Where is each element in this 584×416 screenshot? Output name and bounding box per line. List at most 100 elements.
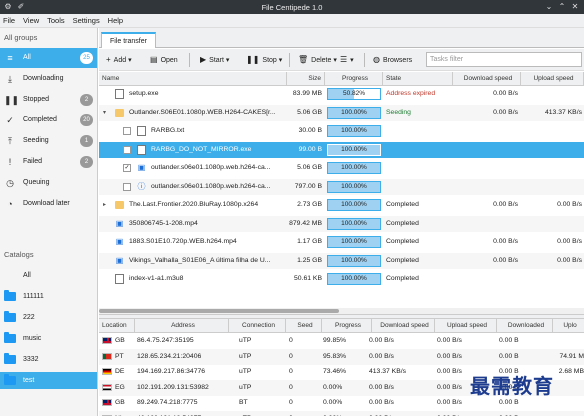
task-row[interactable]: RARBG_DO_NOT_MIRROR.exe 99.00 B 100.00% xyxy=(99,141,584,158)
sidebar-group-queuing[interactable]: ◷ Queuing xyxy=(0,173,97,193)
column-connection[interactable]: Connection xyxy=(229,319,286,333)
browsers-label: Browsers xyxy=(382,57,413,64)
column-seed[interactable]: Seed xyxy=(286,319,322,333)
maximize-icon[interactable]: ⌃ xyxy=(557,2,567,12)
flag-eg-icon xyxy=(102,383,112,391)
peer-row[interactable]: NL46.166.191.18:54077uTP00.00%0.00 B/s0.… xyxy=(99,410,584,416)
more-menu-button[interactable]: ☰ ▾ xyxy=(337,52,357,68)
task-size: 30.00 B xyxy=(298,127,322,134)
file-checkbox[interactable] xyxy=(123,182,131,191)
task-name: index-v1-a1.m3u8 xyxy=(129,275,184,282)
video-file-icon: ▣ xyxy=(115,255,124,265)
catalog-item-all[interactable]: All xyxy=(0,267,97,284)
task-size: 50.61 KB xyxy=(294,275,322,282)
peer-seed: 0 xyxy=(289,411,319,416)
catalog-item-3332[interactable]: 3332 xyxy=(0,351,97,368)
sidebar-group-failed[interactable]: ! Failed 2 xyxy=(0,152,97,172)
peer-dl: 413.37 KB/s xyxy=(369,368,407,375)
sidebar-group-stopped[interactable]: ❚❚ Stopped 2 xyxy=(0,90,97,110)
column-peer-upload-speed[interactable]: Upload speed xyxy=(435,319,497,333)
task-state: Completed xyxy=(386,201,419,208)
peer-down: 0.00 B xyxy=(499,411,551,416)
progress-text: 100.00% xyxy=(341,182,367,190)
progress-text: 100.00% xyxy=(341,219,367,227)
column-peer-progress[interactable]: Progress xyxy=(322,319,372,333)
column-downloaded[interactable]: Downloaded xyxy=(497,319,553,333)
menu-tools[interactable]: Tools xyxy=(44,14,68,28)
task-row[interactable]: ▣ 1883.S01E10.720p.WEB.h264.mp4 1.17 GB 100… xyxy=(99,234,584,250)
menu-settings[interactable]: Settings xyxy=(70,14,103,28)
task-row[interactable]: setup.exe 83.99 MB 50.82% Address expired 0.… xyxy=(99,86,584,102)
menu-file[interactable]: File xyxy=(0,14,18,28)
catalog-item-222[interactable]: 222 xyxy=(0,309,97,326)
peer-row[interactable]: GB 86.4.75.247:35195 uTP 0 99.85% 0.00 B/s 0.0… xyxy=(99,333,584,349)
progress-bar: 100.00% xyxy=(327,162,381,174)
minimize-icon[interactable]: ⌄ xyxy=(544,2,554,12)
progress-text: 50.82% xyxy=(342,90,366,97)
menu-view[interactable]: View xyxy=(20,14,42,28)
catalog-item-111111[interactable]: 111111 xyxy=(0,288,97,305)
task-row[interactable]: ⓘ outlander.s06e01.1080p.web.h264-ca... 79… xyxy=(99,178,584,195)
task-row[interactable]: RARBG.txt 30.00 B 100.00% xyxy=(99,123,584,139)
column-uploaded[interactable]: Uplo xyxy=(553,319,584,333)
progress-bar: 100.00% xyxy=(327,106,381,119)
sidebar-group-seeding[interactable]: ⤒ Seeding 1 xyxy=(0,131,97,151)
task-row[interactable]: ✓ ▣ outlander.s06e01.1080p.web.h264-ca... 5… xyxy=(99,160,584,176)
tab-file-transfer[interactable]: File transfer xyxy=(101,32,156,48)
task-row[interactable]: ▾ Outlander.S06E01.1080p.WEB.H264-CAKES[r… xyxy=(99,104,584,121)
sidebar-group-all[interactable]: ≡ All 25 xyxy=(0,48,97,68)
progress-text: 100.00% xyxy=(341,256,367,264)
file-checkbox[interactable] xyxy=(123,145,131,154)
progress-text: 100.00% xyxy=(341,127,367,134)
task-state: Completed xyxy=(386,275,419,282)
peer-dl: 0.00 B/s xyxy=(369,411,431,416)
file-checkbox[interactable] xyxy=(123,127,131,135)
task-state xyxy=(386,179,452,195)
sidebar-group-downloading[interactable]: ⤓ Downloading xyxy=(0,69,97,89)
browsers-button[interactable]: ◍ Browsers xyxy=(370,52,415,68)
peer-up xyxy=(553,380,584,396)
column-peer-download-speed[interactable]: Download speed xyxy=(372,319,435,333)
catalog-item-music[interactable]: music xyxy=(0,330,97,347)
column-address[interactable]: Address xyxy=(135,319,229,333)
task-upload-speed: 0.00 B/s xyxy=(557,201,582,208)
task-upload-speed xyxy=(521,271,582,287)
menu-bar: File View Tools Settings Help xyxy=(0,14,584,28)
sidebar-group-completed[interactable]: ✓ Completed 20 xyxy=(0,110,97,130)
column-location[interactable]: Location xyxy=(99,319,135,333)
close-icon[interactable]: ✕ xyxy=(570,2,580,12)
task-state: Completed xyxy=(386,219,419,227)
collapse-arrow-icon[interactable]: ▸ xyxy=(103,197,111,213)
file-checkbox[interactable]: ✓ xyxy=(123,164,131,172)
sidebar-group-download-later[interactable]: ◔ Download later xyxy=(0,194,97,214)
flag-gb-icon xyxy=(102,399,112,406)
main-panel: File transfer + Add ▾ ▤ Open ▶ Start ▾ ❚❚ St… xyxy=(99,28,584,416)
task-row[interactable]: ▸ The.Last.Frontier.2020.BluRay.1080p.x26… xyxy=(99,197,584,213)
tasks-filter-input[interactable]: Tasks filter xyxy=(426,52,582,67)
task-row[interactable]: ▣ Vikings_Valhalla_S01E06_A última filha … xyxy=(99,252,584,269)
trash-icon: 🗑 xyxy=(298,55,309,64)
task-row[interactable]: ▣ 350806745-1-208.mp4 879.42 MB 100.00% Comp… xyxy=(99,215,584,232)
scrollbar-thumb[interactable] xyxy=(99,309,339,313)
catalog-item-test[interactable]: test xyxy=(0,372,97,389)
progress-text: 100.00% xyxy=(341,164,367,171)
column-upload-speed[interactable]: Upload speed xyxy=(521,72,584,86)
column-download-speed[interactable]: Download speed xyxy=(453,72,521,86)
stop-button[interactable]: ❚❚ Stop ▾ xyxy=(243,52,285,68)
add-button[interactable]: + Add ▾ xyxy=(103,52,135,68)
column-size[interactable]: Size xyxy=(287,72,325,86)
expand-arrow-icon[interactable]: ▾ xyxy=(103,105,111,121)
column-state[interactable]: State xyxy=(383,72,453,86)
column-name[interactable]: Name xyxy=(99,72,287,86)
menu-help[interactable]: Help xyxy=(105,14,126,28)
peer-row[interactable]: PT 128.65.234.21:20406 uTP 0 95.83% 0.00 B/s 0… xyxy=(99,348,584,365)
column-progress[interactable]: Progress xyxy=(325,72,383,86)
check-icon: ✓ xyxy=(6,115,14,126)
peer-up xyxy=(553,411,584,416)
task-state: Seeding xyxy=(386,108,411,116)
flag-pt-icon xyxy=(102,352,112,360)
open-button[interactable]: ▤ Open xyxy=(147,52,181,68)
delete-button[interactable]: 🗑 Delete ▾ xyxy=(295,52,340,68)
task-row[interactable]: index-v1-a1.m3u8 50.61 KB 100.00% Completed xyxy=(99,271,584,287)
start-button[interactable]: ▶ Start ▾ xyxy=(197,52,232,68)
